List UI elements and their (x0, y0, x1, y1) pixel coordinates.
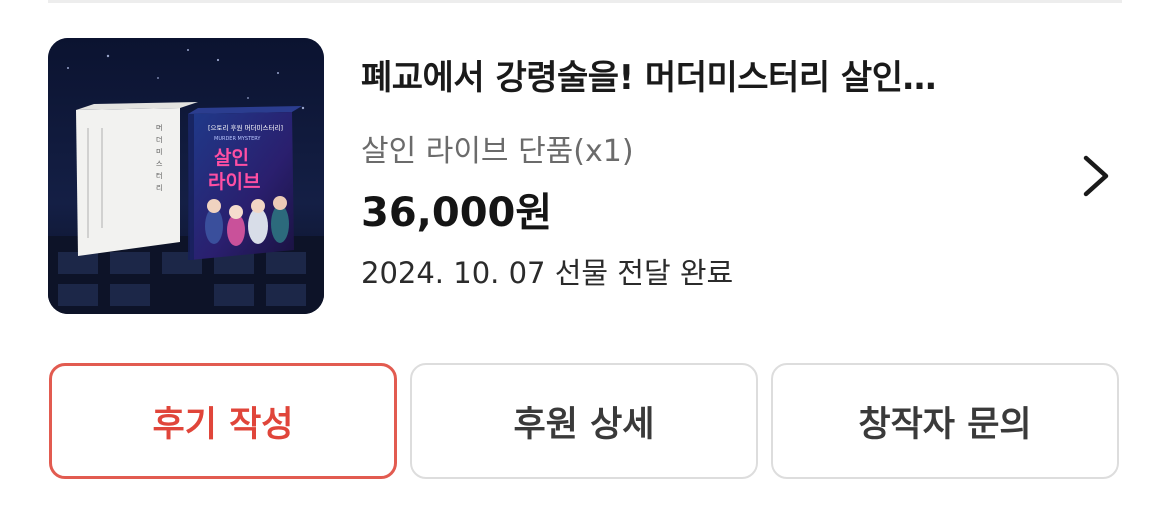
contact-creator-button[interactable]: 창작자 문의 (771, 363, 1119, 479)
box-right-title-line2: 라이브 (208, 171, 260, 193)
svg-text:터: 터 (156, 171, 162, 180)
svg-text:리: 리 (156, 183, 162, 192)
product-thumbnail[interactable]: 머 더 미 스 터 리 [으토리 후원 머더미스터리] MURDER MYSTE… (48, 38, 324, 314)
svg-text:스: 스 (156, 160, 163, 168)
pledge-detail-button[interactable]: 후원 상세 (410, 363, 758, 479)
svg-text:MURDER MYSTERY: MURDER MYSTERY (214, 136, 261, 142)
divider (48, 0, 1122, 3)
write-review-button[interactable]: 후기 작성 (49, 363, 397, 479)
product-price: 36,000원 (361, 190, 553, 236)
box-right-banner: [으토리 후원 머더미스터리] (208, 123, 283, 132)
product-box-art: 머 더 미 스 터 리 [으토리 후원 머더미스터리] MURDER MYSTE… (48, 38, 324, 314)
box-left-text: 머 (156, 123, 162, 132)
order-item-card[interactable]: 머 더 미 스 터 리 [으토리 후원 머더미스터리] MURDER MYSTE… (48, 38, 1122, 314)
delivery-status: 2024. 10. 07 선물 전달 완료 (361, 256, 734, 290)
product-title[interactable]: 폐교에서 강령술을! 머더미스터리 살인… (361, 50, 1041, 99)
svg-text:더: 더 (156, 135, 162, 144)
svg-text:미: 미 (156, 147, 162, 156)
chevron-right-icon[interactable] (1076, 150, 1116, 202)
order-item-page: 머 더 미 스 터 리 [으토리 후원 머더미스터리] MURDER MYSTE… (0, 0, 1170, 516)
product-option: 살인 라이브 단품(x1) (361, 134, 634, 169)
box-right-title-line1: 살인 (214, 147, 249, 169)
